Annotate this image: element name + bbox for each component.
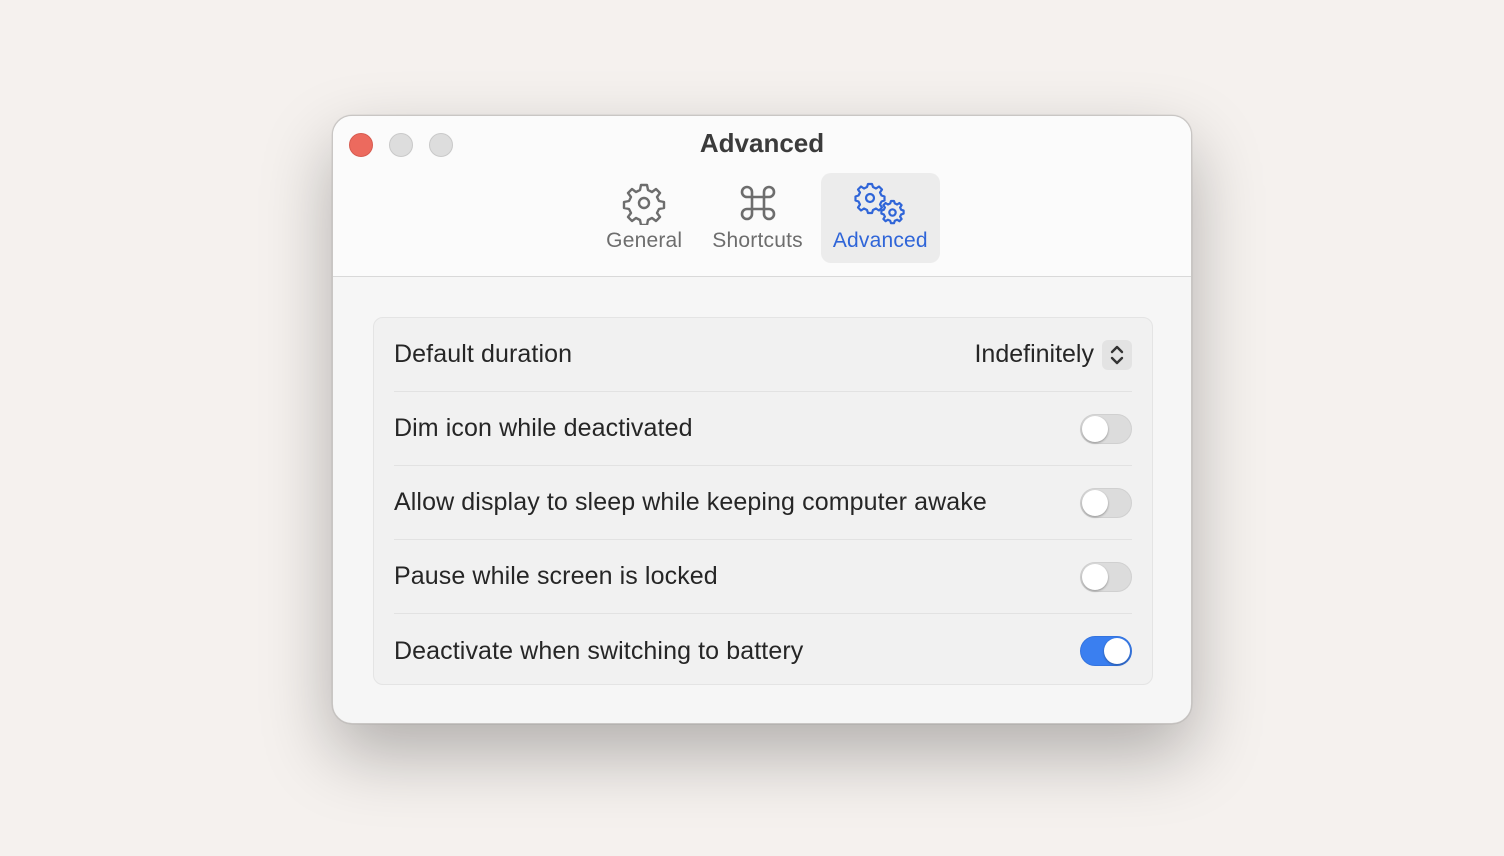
tab-general-label: General (606, 229, 683, 252)
toggle-knob (1082, 563, 1108, 590)
chevron-up-down-icon (1102, 339, 1132, 370)
settings-panel: Default duration Indefinitely Dim icon w… (373, 317, 1153, 685)
command-icon (736, 179, 780, 227)
deactivate-battery-label: Deactivate when switching to battery (394, 636, 804, 665)
dim-icon-toggle[interactable] (1080, 413, 1132, 444)
gears-icon (851, 179, 909, 227)
default-duration-value: Indefinitely (974, 340, 1094, 368)
tab-advanced[interactable]: Advanced (820, 173, 940, 263)
toggle-knob (1104, 638, 1130, 664)
deactivate-battery-toggle[interactable] (1080, 636, 1132, 666)
setting-row: Dim icon while deactivated (394, 392, 1132, 466)
tab-advanced-label: Advanced (832, 229, 928, 252)
gear-icon (622, 179, 666, 227)
default-duration-label: Default duration (394, 340, 573, 368)
dim-icon-label: Dim icon while deactivated (394, 414, 693, 442)
tab-shortcuts[interactable]: Shortcuts (700, 173, 815, 263)
setting-row: Allow display to sleep while keeping com… (394, 466, 1132, 540)
toggle-knob (1082, 415, 1108, 442)
toggle-knob (1082, 489, 1108, 516)
preferences-window: Advanced General Shortcuts Advanced Defa… (332, 115, 1192, 724)
default-duration-select[interactable]: Indefinitely (974, 339, 1132, 370)
tab-shortcuts-label: Shortcuts (712, 229, 803, 252)
titlebar: Advanced General Shortcuts Advanced (333, 116, 1191, 277)
pause-locked-label: Pause while screen is locked (394, 562, 718, 590)
pause-locked-toggle[interactable] (1080, 561, 1132, 592)
toolbar-tabs: General Shortcuts Advanced (333, 173, 1191, 263)
tab-general[interactable]: General (594, 173, 694, 263)
allow-display-sleep-label: Allow display to sleep while keeping com… (394, 488, 987, 516)
allow-display-sleep-toggle[interactable] (1080, 487, 1132, 518)
window-title: Advanced (699, 128, 825, 158)
setting-row: Deactivate when switching to battery (394, 614, 1132, 688)
setting-row: Pause while screen is locked (394, 540, 1132, 614)
default-duration-row: Default duration Indefinitely (394, 318, 1132, 392)
